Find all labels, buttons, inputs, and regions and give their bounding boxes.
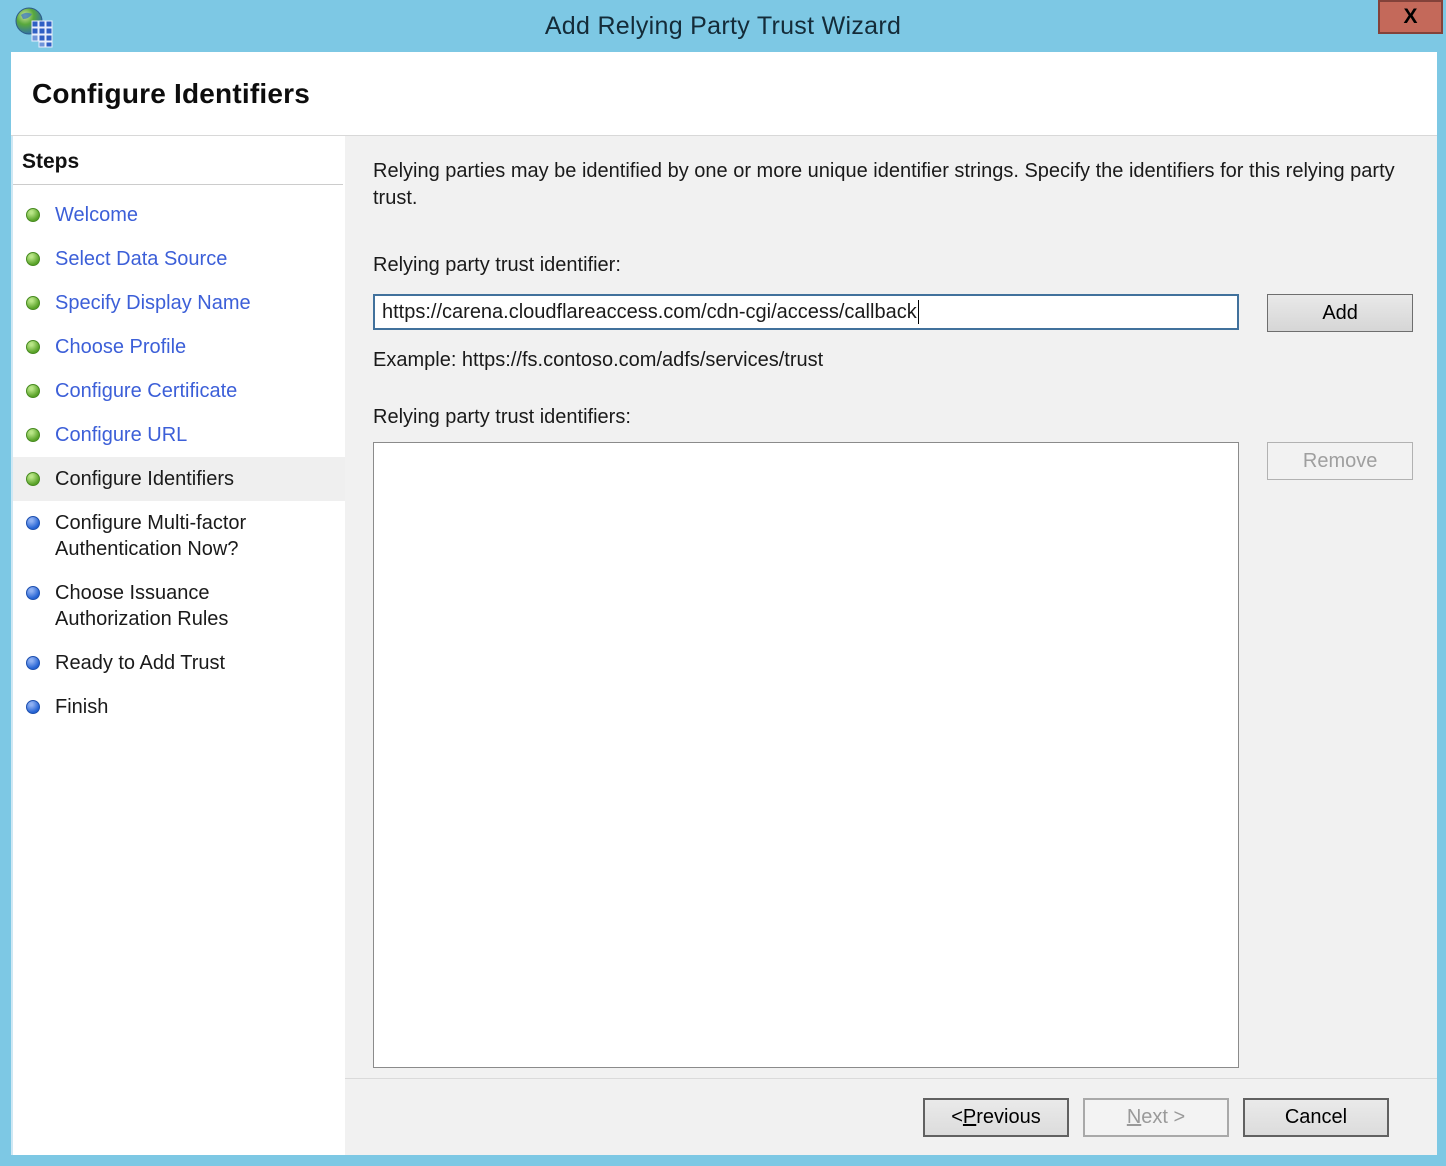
sidebar-step-welcome[interactable]: Welcome [13, 193, 345, 237]
sidebar-step-choose-profile[interactable]: Choose Profile [13, 325, 345, 369]
step-label: Specify Display Name [55, 290, 251, 316]
main-content: Relying parties may be identified by one… [345, 136, 1437, 1078]
identifier-input[interactable]: https://carena.cloudflareaccess.com/cdn-… [373, 294, 1239, 330]
title-bar: Add Relying Party Trust Wizard X [0, 0, 1446, 52]
sidebar-step-choose-issuance-authorization-rules: Choose Issuance Authorization Rules [13, 571, 345, 641]
step-status-icon [26, 472, 40, 486]
wizard-window: Configure Identifiers Steps Welcome Selec… [11, 52, 1437, 1155]
identifier-field-label: Relying party trust identifier: [373, 254, 1413, 277]
step-label: Choose Issuance Authorization Rules [55, 580, 300, 632]
sidebar-step-configure-url[interactable]: Configure URL [13, 413, 345, 457]
example-text: Example: https://fs.contoso.com/adfs/ser… [373, 349, 1413, 372]
page-header: Configure Identifiers [11, 52, 1437, 136]
step-status-icon [26, 516, 40, 530]
step-label: Choose Profile [55, 334, 186, 360]
steps-heading: Steps [13, 136, 343, 185]
sidebar-step-select-data-source[interactable]: Select Data Source [13, 237, 345, 281]
description-text: Relying parties may be identified by one… [373, 158, 1403, 212]
close-button[interactable]: X [1378, 0, 1443, 34]
identifiers-listbox[interactable] [373, 442, 1239, 1068]
sidebar-step-ready-to-add-trust: Ready to Add Trust [13, 641, 345, 685]
sidebar-step-configure-identifiers: Configure Identifiers [13, 457, 345, 501]
sidebar-step-configure-multi-factor-authentication-now: Configure Multi-factor Authentication No… [13, 501, 345, 571]
steps-list: Welcome Select Data Source Specify Display… [13, 185, 345, 729]
remove-button[interactable]: Remove [1267, 442, 1413, 480]
sidebar-step-finish: Finish [13, 685, 345, 729]
step-status-icon [26, 586, 40, 600]
step-status-icon [26, 340, 40, 354]
step-status-icon [26, 208, 40, 222]
step-label: Configure Certificate [55, 378, 237, 404]
step-status-icon [26, 656, 40, 670]
step-status-icon [26, 252, 40, 266]
step-label: Configure Identifiers [55, 466, 234, 492]
text-cursor [918, 300, 919, 324]
page-title: Configure Identifiers [32, 78, 310, 110]
step-label: Configure URL [55, 422, 187, 448]
step-label: Ready to Add Trust [55, 650, 225, 676]
step-label: Select Data Source [55, 246, 227, 272]
wizard-footer: < Previous Next > Cancel [345, 1078, 1437, 1155]
previous-button[interactable]: < Previous [923, 1098, 1069, 1137]
step-label: Finish [55, 694, 108, 720]
step-status-icon [26, 296, 40, 310]
next-button[interactable]: Next > [1083, 1098, 1229, 1137]
step-status-icon [26, 428, 40, 442]
cancel-button[interactable]: Cancel [1243, 1098, 1389, 1137]
steps-sidebar: Steps Welcome Select Data Source Specify D… [11, 136, 345, 1155]
sidebar-step-configure-certificate[interactable]: Configure Certificate [13, 369, 345, 413]
window-title: Add Relying Party Trust Wizard [0, 0, 1446, 52]
sidebar-step-specify-display-name[interactable]: Specify Display Name [13, 281, 345, 325]
identifiers-list-label: Relying party trust identifiers: [373, 406, 1413, 429]
identifier-input-value: https://carena.cloudflareaccess.com/cdn-… [382, 301, 917, 324]
step-label: Welcome [55, 202, 138, 228]
step-status-icon [26, 384, 40, 398]
step-label: Configure Multi-factor Authentication No… [55, 510, 300, 562]
add-button[interactable]: Add [1267, 294, 1413, 332]
step-status-icon [26, 700, 40, 714]
